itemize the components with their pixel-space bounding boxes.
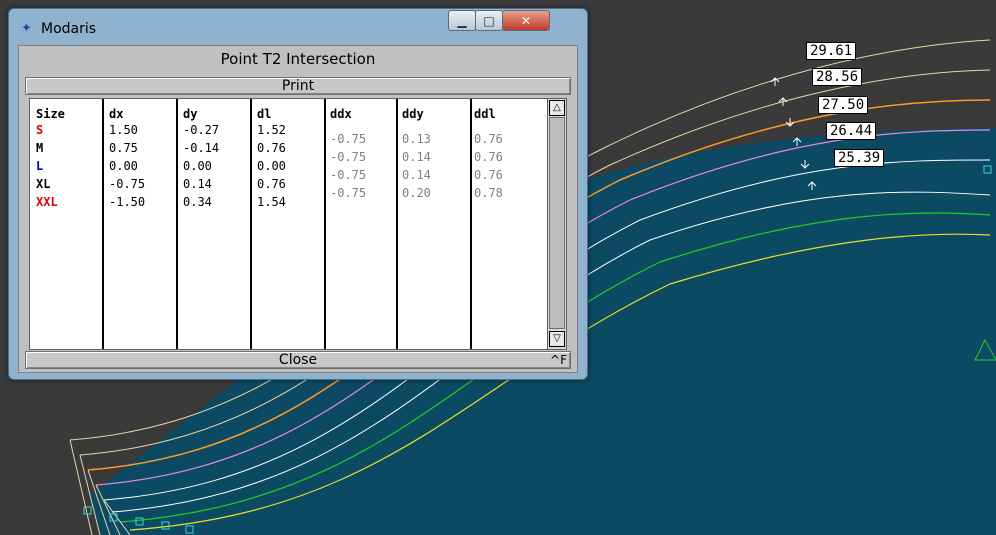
row-dx: -1.50 bbox=[109, 195, 146, 209]
header-size: Size bbox=[36, 107, 65, 121]
row-dx: 0.75 bbox=[109, 141, 138, 155]
row-dy: -0.14 bbox=[183, 141, 220, 155]
row-dy: 0.00 bbox=[183, 159, 212, 173]
row-ddx: -0.75 bbox=[330, 150, 367, 164]
row-dx: -0.75 bbox=[109, 177, 146, 191]
row-ddl: 0.76 bbox=[474, 132, 503, 146]
header-dl: dl bbox=[257, 107, 272, 121]
row-dl: 0.76 bbox=[257, 177, 286, 191]
header-dx: dx bbox=[109, 107, 124, 121]
size-label-2: 28.56 bbox=[812, 68, 863, 86]
row-ddx: -0.75 bbox=[330, 186, 367, 200]
modaris-app-icon: ✦ bbox=[21, 21, 32, 36]
row-dx: 1.50 bbox=[109, 123, 138, 137]
row-ddy: 0.14 bbox=[402, 168, 431, 182]
row-ddl: 0.76 bbox=[474, 150, 503, 164]
row-dy: 0.34 bbox=[183, 195, 212, 209]
row-ddy: 0.20 bbox=[402, 186, 431, 200]
measurement-table: Size dx dy dl ddx ddy ddl S 1.50 -0.27 1… bbox=[29, 98, 548, 350]
size-label-4: 26.44 bbox=[826, 122, 877, 140]
scroll-thumb[interactable] bbox=[549, 117, 565, 329]
minimize-button[interactable]: ▁ bbox=[448, 10, 476, 31]
size-label-5: 25.39 bbox=[834, 149, 885, 167]
row-size: XXL bbox=[36, 195, 58, 209]
row-size: L bbox=[36, 159, 44, 173]
row-ddy: 0.13 bbox=[402, 132, 431, 146]
close-window-button[interactable]: ✕ bbox=[502, 10, 550, 31]
row-dl: 0.00 bbox=[257, 159, 286, 173]
row-ddy: 0.14 bbox=[402, 150, 431, 164]
dialog-body: Point T2 Intersection Print Size dx dy d… bbox=[18, 45, 578, 373]
row-dx: 0.00 bbox=[109, 159, 138, 173]
row-ddl: 0.76 bbox=[474, 168, 503, 182]
row-size: M bbox=[36, 141, 44, 155]
row-ddx: -0.75 bbox=[330, 168, 367, 182]
close-button[interactable]: Close ^F bbox=[25, 351, 571, 369]
row-dl: 1.54 bbox=[257, 195, 286, 209]
row-size: S bbox=[36, 123, 44, 137]
row-dl: 1.52 bbox=[257, 123, 286, 137]
row-size: XL bbox=[36, 177, 51, 191]
scroll-down-icon[interactable]: ▽ bbox=[549, 331, 565, 347]
dialog-title: Point T2 Intersection bbox=[220, 50, 376, 68]
size-label-3: 27.50 bbox=[818, 96, 869, 114]
print-button[interactable]: Print bbox=[25, 77, 571, 95]
row-ddl: 0.78 bbox=[474, 186, 503, 200]
row-dl: 0.76 bbox=[257, 141, 286, 155]
header-ddl: ddl bbox=[474, 107, 496, 121]
row-ddx: -0.75 bbox=[330, 132, 367, 146]
close-button-label: Close bbox=[278, 352, 318, 368]
shortcut-hint: ^F bbox=[550, 353, 567, 367]
header-ddy: ddy bbox=[402, 107, 424, 121]
table-scrollbar[interactable]: △ ▽ bbox=[547, 98, 567, 350]
row-dy: 0.14 bbox=[183, 177, 212, 191]
row-dy: -0.27 bbox=[183, 123, 220, 137]
header-ddx: ddx bbox=[330, 107, 352, 121]
window-titlebar[interactable]: ✦ Modaris ▁ □ ✕ bbox=[9, 9, 587, 45]
scroll-up-icon[interactable]: △ bbox=[549, 100, 565, 116]
maximize-button[interactable]: □ bbox=[475, 10, 503, 31]
intersection-window[interactable]: ✦ Modaris ▁ □ ✕ Point T2 Intersection Pr… bbox=[8, 8, 588, 380]
size-label-1: 29.61 bbox=[806, 42, 857, 60]
window-title: Modaris bbox=[41, 21, 97, 37]
header-dy: dy bbox=[183, 107, 198, 121]
